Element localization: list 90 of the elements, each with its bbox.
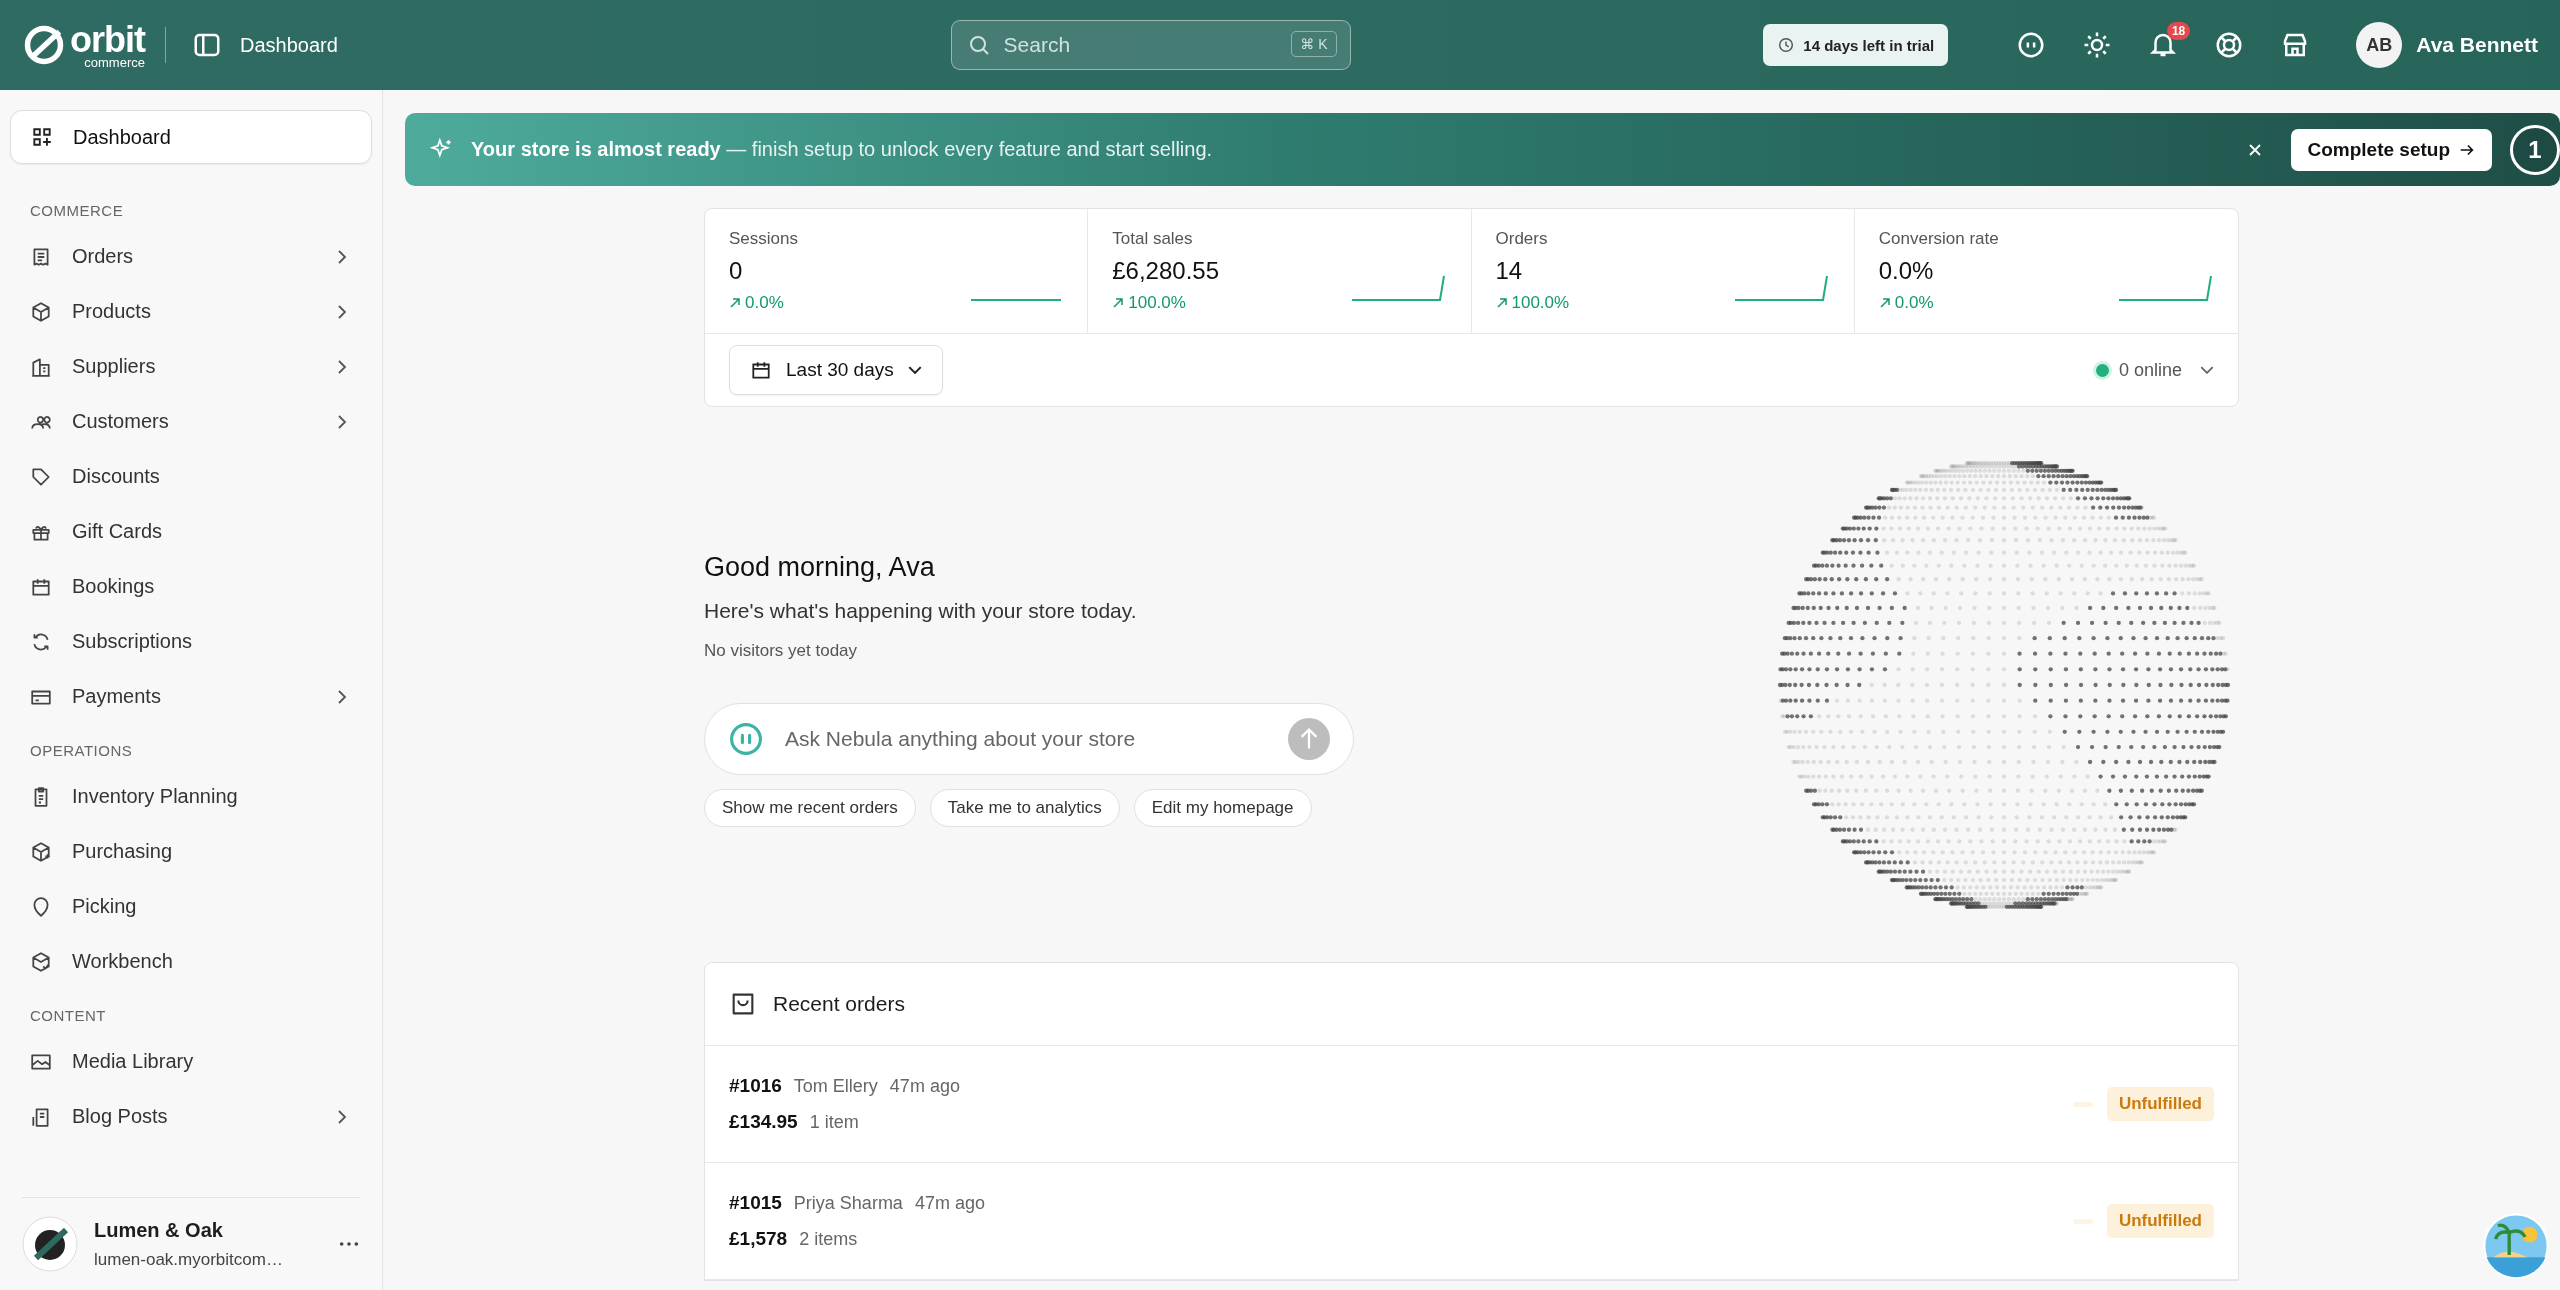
user-name[interactable]: Ava Bennett: [2416, 33, 2538, 57]
logo-tagline: commerce: [84, 55, 145, 69]
trial-pill[interactable]: 14 days left in trial: [1763, 24, 1949, 66]
stat-value: £6,280.55: [1112, 257, 1220, 285]
card-title: Recent orders: [773, 992, 905, 1016]
item-count: 1 item: [809, 1112, 859, 1133]
section-heading: COMMERCE: [29, 201, 125, 221]
grid-icon: [31, 126, 53, 148]
stat-value: 0.0%: [1878, 257, 1934, 285]
beach-scene-icon[interactable]: [2482, 1212, 2550, 1280]
caret-down-icon: [907, 366, 922, 374]
status-badge: Unfulfilled: [2106, 1204, 2214, 1238]
calendar-icon: [750, 359, 772, 381]
orbit-logo-icon: [22, 23, 66, 67]
suggestion-chip[interactable]: Edit my homepage: [1133, 789, 1312, 827]
customer-name: Priya Sharma: [793, 1193, 903, 1214]
stat-value: 0: [729, 257, 743, 285]
stat-change: 100.0%: [1511, 293, 1570, 313]
sidebar-item[interactable]: Workbench: [10, 934, 372, 989]
greeting-subtitle: Here's what's happening with your store today.: [704, 599, 1138, 623]
stat-label: Total sales: [1112, 229, 1194, 249]
store-logo-icon: [22, 1216, 78, 1272]
store-name: Lumen & Oak: [94, 1218, 224, 1242]
date-range-button[interactable]: Last 30 days: [729, 345, 943, 395]
customer-name: Tom Ellery: [793, 1076, 878, 1097]
sidebar-item[interactable]: Payments: [10, 669, 372, 724]
sidebar-item[interactable]: Discounts: [10, 449, 372, 504]
notification-count: 18: [2166, 22, 2191, 40]
suggestion-chip[interactable]: Show me recent orders: [704, 789, 916, 827]
order-amount: £1,578: [729, 1228, 788, 1250]
visitors-note: No visitors yet today: [704, 641, 859, 661]
sun-icon[interactable]: [2082, 30, 2113, 60]
stat-label: Orders: [1495, 229, 1549, 249]
sidebar-item[interactable]: Orders: [10, 229, 372, 284]
sidebar-item[interactable]: Media Library: [10, 1034, 372, 1089]
sidebar-item[interactable]: Purchasing: [10, 824, 372, 879]
stat-label: Sessions: [729, 229, 799, 249]
order-number: #1016: [729, 1075, 782, 1097]
order-amount: £134.95: [729, 1111, 798, 1133]
trend-up-icon: [1878, 297, 1891, 309]
store-domain: lumen-oak.myorbitcom…: [94, 1249, 284, 1270]
order-row[interactable]: #1016 Tom Ellery 47m ago £134.95 1 item Unfulfilled: [705, 1046, 2238, 1163]
status-badge: Unfulfilled: [2106, 1087, 2214, 1121]
step-badge: 1: [2510, 124, 2560, 175]
stat-change: 100.0%: [1128, 293, 1186, 313]
stat-value: 14: [1495, 257, 1523, 285]
shortcut-key: ⌘ K: [1291, 31, 1337, 57]
section-heading: OPERATIONS: [29, 741, 134, 761]
section-heading: CONTENT: [29, 1006, 107, 1026]
sidebar-item[interactable]: Picking: [10, 879, 372, 934]
banner-message: Your store is almost ready — finish setup to unlock every feature and start selling.: [471, 138, 1214, 161]
stat-label: Conversion rate: [1878, 229, 2000, 249]
sidebar-item[interactable]: Suppliers: [10, 339, 372, 394]
menu-item-icon: [30, 465, 52, 488]
sidebar-item[interactable]: Blog Posts: [10, 1089, 372, 1144]
clock-icon: [1777, 36, 1796, 54]
face-icon: [728, 721, 764, 757]
complete-setup-button[interactable]: Complete setup: [2291, 128, 2492, 171]
order-row[interactable]: #1015 Priya Sharma 47m ago £1,578 2 items Unfulfilled: [705, 1163, 2238, 1280]
sidebar-item[interactable]: Inventory Planning: [10, 769, 372, 824]
stat-change: 0.0%: [1894, 293, 1934, 313]
progress-dash: [2072, 1101, 2093, 1107]
stat-change: 0.0%: [745, 293, 784, 313]
order-time: 47m ago: [914, 1193, 985, 1214]
order-time: 47m ago: [889, 1076, 960, 1097]
assistant-input[interactable]: Ask Nebula anything about your store: [704, 703, 1354, 775]
page-title: Dashboard: [240, 33, 338, 57]
more-icon[interactable]: [338, 1240, 360, 1248]
sidebar-item[interactable]: Dashboard: [10, 110, 372, 164]
progress-dash: [2072, 1218, 2093, 1224]
online-count: 0 online: [2118, 359, 2182, 381]
menu-item-icon: [30, 950, 52, 973]
sidebar-item[interactable]: Customers: [10, 394, 372, 449]
order-number: #1015: [729, 1192, 782, 1214]
logo-wordmark: orbit: [70, 21, 145, 58]
user-avatar[interactable]: AB: [2356, 22, 2403, 68]
suggestion-chip[interactable]: Take me to analytics: [929, 789, 1120, 827]
chevron-down-icon[interactable]: [2200, 366, 2214, 374]
item-count: 2 items: [799, 1229, 858, 1250]
sidebar-item[interactable]: Products: [10, 284, 372, 339]
sidebar-item[interactable]: Bookings: [10, 559, 372, 614]
sidebar-item[interactable]: Gift Cards: [10, 504, 372, 559]
trend-up-icon: [729, 297, 741, 309]
trend-up-icon: [1112, 297, 1125, 309]
trial-text: 14 days left in trial: [1803, 36, 1935, 54]
sidebar-item[interactable]: Subscriptions: [10, 614, 372, 669]
menu-item-icon: [30, 840, 52, 863]
greeting-title: Good morning, Ava: [704, 552, 936, 583]
trend-up-icon: [1495, 297, 1508, 309]
menu-item-icon: [30, 300, 52, 323]
